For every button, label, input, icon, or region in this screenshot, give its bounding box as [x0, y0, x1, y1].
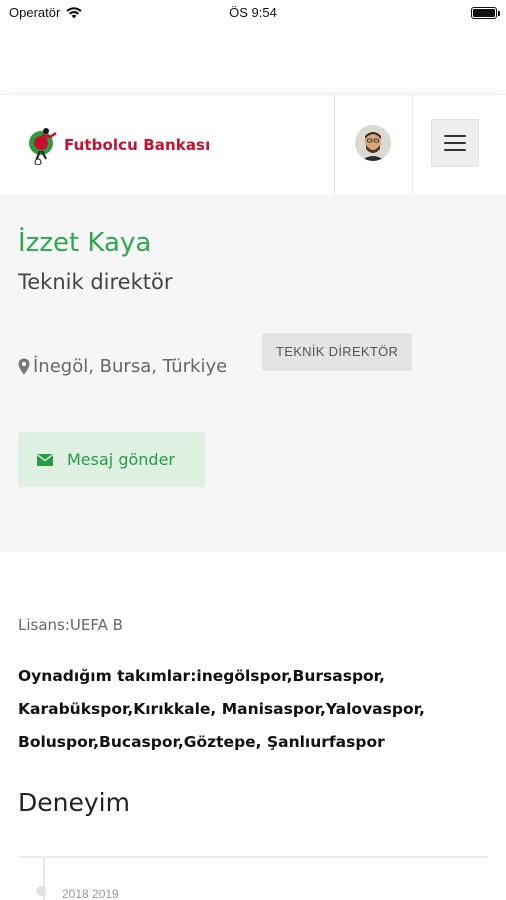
profile-location: İnegöl, Bursa, Türkiye — [18, 356, 227, 377]
experience-date: 2018 2019 — [62, 887, 119, 900]
location-text: İnegöl, Bursa, Türkiye — [33, 356, 228, 377]
app-header: Futbolcu Bankası — [0, 94, 506, 195]
user-avatar[interactable] — [355, 125, 391, 161]
map-marker-icon — [18, 358, 30, 375]
experience-title: Deneyim — [18, 788, 130, 817]
site-logo[interactable]: Futbolcu Bankası — [28, 125, 210, 165]
experience-divider — [18, 856, 488, 858]
status-bar: Operatör ÖS 9:54 — [0, 0, 506, 26]
teams-line: Oynadığım takımlar:inegölspor,Bursaspor, — [18, 667, 385, 685]
profile-card: İzzet Kaya Teknik direktör TEKNİK DİREKT… — [0, 194, 506, 552]
timeline-dot — [36, 886, 46, 896]
logo-text: Futbolcu Bankası — [64, 136, 211, 154]
send-message-button[interactable]: Mesaj gönder — [18, 432, 205, 487]
send-message-label: Mesaj gönder — [67, 450, 175, 469]
teams-line: Karabükspor,Kırıkkale, Manisaspor,Yalova… — [18, 700, 425, 718]
license-info: Lisans:UEFA B — [18, 616, 123, 634]
battery-icon — [471, 7, 500, 19]
avatar-image — [355, 125, 391, 161]
role-tag[interactable]: TEKNİK DİREKTÖR — [262, 333, 413, 371]
header-divider — [334, 95, 335, 195]
header-divider — [412, 95, 413, 195]
football-player-logo-icon — [29, 128, 57, 165]
hamburger-menu-icon[interactable] — [431, 119, 479, 167]
status-time: ÖS 9:54 — [229, 5, 277, 20]
teams-played: Oynadığım takımlar:inegölspor,Bursaspor,… — [18, 660, 488, 759]
profile-name: İzzet Kaya — [18, 228, 152, 258]
teams-line: Boluspor,Bucaspor,Göztepe, Şanlıurfaspor — [18, 733, 385, 751]
envelope-icon — [37, 453, 53, 466]
profile-role: Teknik direktör — [18, 270, 173, 294]
